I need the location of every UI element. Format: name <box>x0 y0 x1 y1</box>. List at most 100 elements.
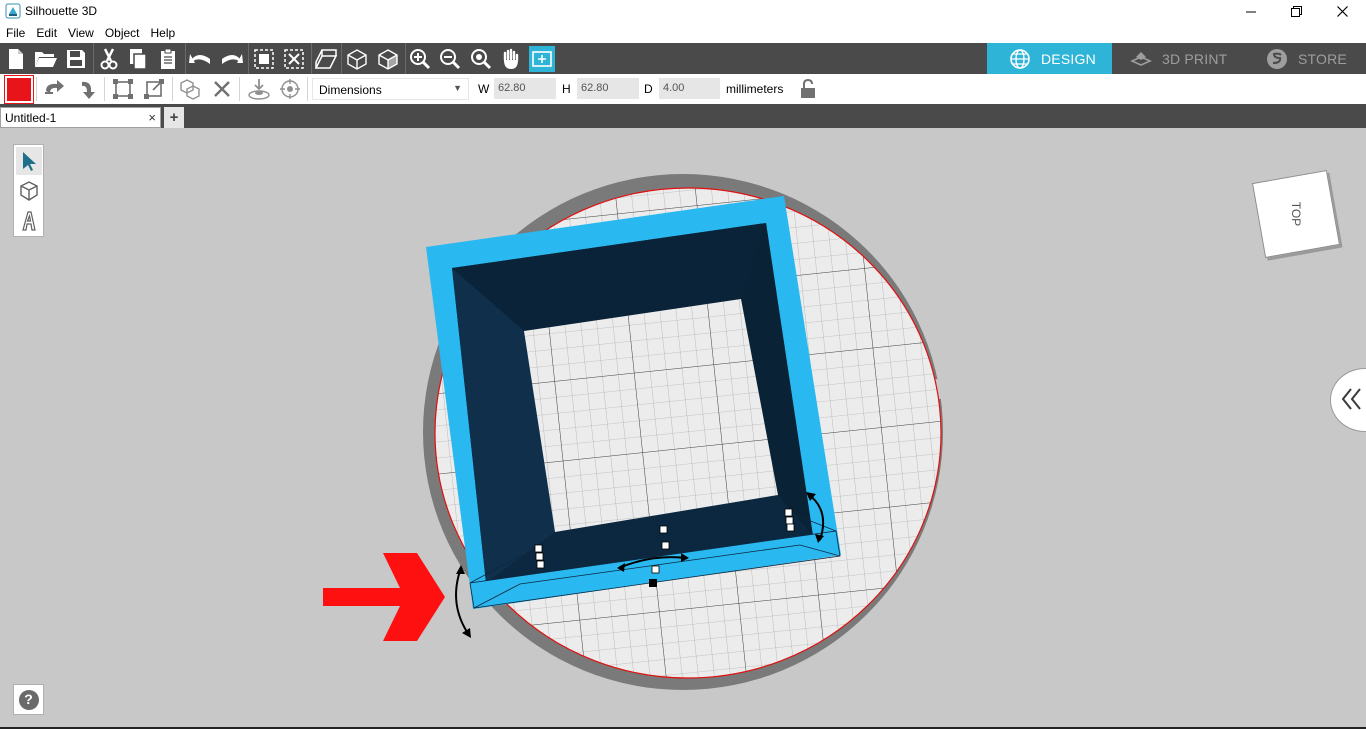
toolbar-separator <box>93 43 94 74</box>
menu-bar: File Edit View Object Help <box>0 23 1366 43</box>
properties-toolbar: Dimensions ▼ W 62.80 H 62.80 D 4.00 mill… <box>0 74 1366 104</box>
center-on-bed-button[interactable] <box>277 76 303 102</box>
fit-to-view-button[interactable] <box>529 46 555 72</box>
menu-view[interactable]: View <box>62 23 99 43</box>
rotate-horizontal-icon <box>45 80 64 94</box>
minimize-button[interactable] <box>1228 0 1274 23</box>
lock-proportions-button[interactable] <box>795 76 821 102</box>
model-frame[interactable] <box>426 196 841 609</box>
delete-button[interactable] <box>209 76 235 102</box>
view-cube-face-label: TOP <box>1288 201 1303 227</box>
zoom-fit-icon <box>471 49 492 70</box>
scale-button[interactable] <box>141 76 167 102</box>
menu-help[interactable]: Help <box>145 23 181 43</box>
cube-icon <box>20 181 38 201</box>
paste-button[interactable] <box>155 46 181 72</box>
depth-field[interactable]: 4.00 <box>659 78 720 99</box>
select-tool-button[interactable] <box>16 147 42 175</box>
text-tool-button[interactable] <box>16 207 42 235</box>
help-button[interactable]: ? <box>13 684 44 715</box>
combine-button[interactable] <box>178 76 204 102</box>
toolbar-separator <box>172 77 173 101</box>
store-logo-icon <box>1267 48 1287 69</box>
new-file-button[interactable] <box>3 46 29 72</box>
toolbar-separator <box>341 43 342 74</box>
tab-3d-print-label: 3D PRINT <box>1162 50 1228 67</box>
tab-untitled-1[interactable]: Untitled-1 × <box>0 107 161 128</box>
cube-wireframe-icon <box>347 49 367 70</box>
rotate-vertical-button[interactable] <box>74 76 100 102</box>
tab-store[interactable]: STORE <box>1240 43 1366 74</box>
tab-label: Untitled-1 <box>5 111 57 125</box>
undo-button[interactable] <box>188 46 214 72</box>
help-label: ? <box>24 691 33 707</box>
rotate-vertical-icon <box>82 81 95 99</box>
fit-bounds-button[interactable] <box>110 76 136 102</box>
copy-icon <box>130 49 147 70</box>
3d-viewport[interactable]: ? TOP <box>0 128 1366 729</box>
zoom-fit-button[interactable] <box>468 46 494 72</box>
rotate-horizontal-button[interactable] <box>42 76 68 102</box>
ungroup-button[interactable] <box>281 46 307 72</box>
3d-scene[interactable] <box>0 128 1366 729</box>
toolbar-separator <box>248 43 249 74</box>
tab-3d-print[interactable]: 3D PRINT <box>1112 43 1240 74</box>
double-chevron-left-icon <box>1341 388 1361 410</box>
units-label: millimeters <box>726 82 784 96</box>
new-file-icon <box>9 49 23 69</box>
wireframe-view-button[interactable] <box>344 46 370 72</box>
paste-icon <box>161 48 175 69</box>
open-button[interactable] <box>33 46 59 72</box>
copy-button[interactable] <box>125 46 151 72</box>
title-bar: Silhouette 3D <box>0 0 1366 23</box>
undo-icon <box>189 54 210 64</box>
color-swatch[interactable] <box>5 76 33 103</box>
restore-icon <box>1290 6 1302 17</box>
toolbar-separator <box>185 43 186 74</box>
extrude-icon <box>314 49 338 69</box>
delete-x-icon <box>214 81 230 97</box>
menu-object[interactable]: Object <box>99 23 145 43</box>
cursor-arrow-icon <box>23 152 36 171</box>
toolbar-separator <box>307 77 308 101</box>
height-label: H <box>562 82 571 96</box>
text-a-icon <box>22 211 36 231</box>
extrude-button[interactable] <box>313 46 339 72</box>
solid-view-button[interactable] <box>375 46 401 72</box>
restore-button[interactable] <box>1273 0 1319 23</box>
save-button[interactable] <box>63 46 89 72</box>
toolbar-separator <box>311 43 312 74</box>
zoom-out-button[interactable] <box>437 46 463 72</box>
close-window-button[interactable] <box>1319 0 1365 23</box>
crosshair-icon <box>280 79 300 99</box>
redo-icon <box>222 54 243 64</box>
pan-button[interactable] <box>498 46 524 72</box>
cut-button[interactable] <box>96 46 122 72</box>
menu-edit[interactable]: Edit <box>30 23 62 43</box>
fit-to-view-icon <box>532 51 552 67</box>
redo-button[interactable] <box>218 46 244 72</box>
shape-tool-button[interactable] <box>16 177 42 205</box>
drop-to-floor-icon <box>248 79 270 100</box>
close-icon <box>1336 6 1348 17</box>
new-tab-button[interactable]: + <box>164 107 184 128</box>
group-button[interactable] <box>251 46 277 72</box>
open-folder-icon <box>35 52 57 67</box>
toolbar-separator <box>36 77 37 101</box>
scale-icon <box>144 79 164 99</box>
close-tab-icon[interactable]: × <box>148 110 156 125</box>
view-cube[interactable]: TOP <box>1251 169 1341 259</box>
chevron-down-icon: ▼ <box>453 83 462 93</box>
menu-file[interactable]: File <box>0 23 30 43</box>
printer-bed-icon <box>1130 51 1152 66</box>
document-tab-bar: Untitled-1 × + <box>0 104 1366 128</box>
dimensions-dropdown[interactable]: Dimensions ▼ <box>312 78 469 100</box>
group-icon <box>254 49 274 69</box>
drop-to-bed-button[interactable] <box>246 76 272 102</box>
zoom-in-button[interactable] <box>407 46 433 72</box>
width-field[interactable]: 62.80 <box>494 78 556 99</box>
height-field[interactable]: 62.80 <box>577 78 639 99</box>
height-handle[interactable] <box>649 579 657 587</box>
tab-design[interactable]: DESIGN <box>987 43 1112 74</box>
tab-store-label: STORE <box>1298 50 1347 67</box>
